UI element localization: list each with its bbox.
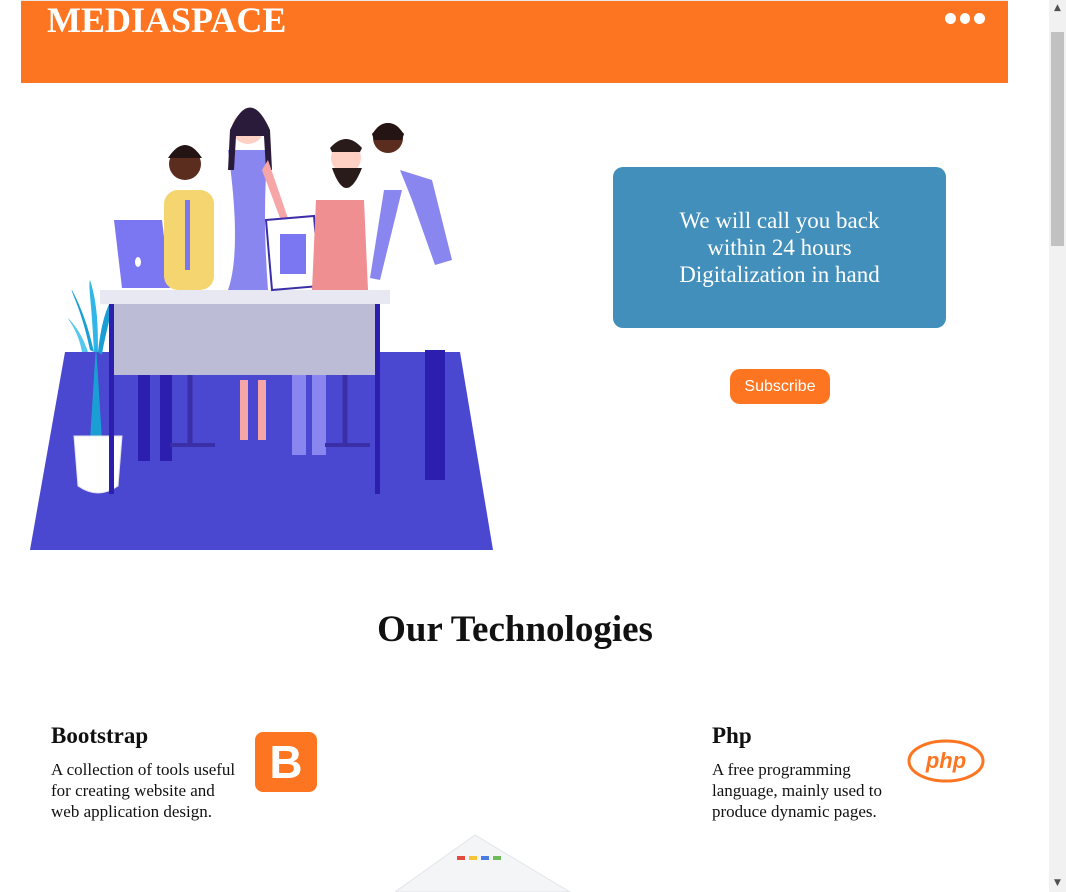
tech-name-bootstrap: Bootstrap <box>51 723 149 748</box>
tech-description-php: A free programming language, mainly used… <box>712 760 882 821</box>
technologies-heading: Our Technologies <box>377 609 653 650</box>
tech-description-bootstrap: A collection of tools useful for creatin… <box>51 760 236 821</box>
callback-line: We will call you back <box>679 208 880 233</box>
callback-banner: We will call you back within 24 hours Di… <box>613 167 946 328</box>
callback-line: Digitalization in hand <box>679 262 880 287</box>
site-header: MEDIASPACE <box>21 0 1008 83</box>
scroll-thumb[interactable] <box>1051 32 1064 246</box>
menu-dot <box>945 13 956 24</box>
menu-dot <box>959 13 971 24</box>
device-mockup-image <box>395 834 571 892</box>
menu-dot <box>974 13 986 24</box>
php-logo-text: php <box>925 748 966 773</box>
scroll-up-icon[interactable]: ▲ <box>1049 0 1066 17</box>
more-dots-icon[interactable] <box>945 13 986 27</box>
scroll-down-icon[interactable]: ▼ <box>1049 875 1066 892</box>
tech-name-php: Php <box>712 723 752 748</box>
team-illustration <box>30 107 493 550</box>
brand-logo[interactable]: MEDIASPACE <box>47 1 286 39</box>
vertical-scrollbar[interactable]: ▲ ▼ <box>1049 0 1066 892</box>
callback-line: within 24 hours <box>707 235 852 260</box>
subscribe-button[interactable]: Subscribe <box>730 369 830 404</box>
bootstrap-logo-icon: B <box>255 732 317 792</box>
php-logo-icon: php <box>907 739 985 783</box>
